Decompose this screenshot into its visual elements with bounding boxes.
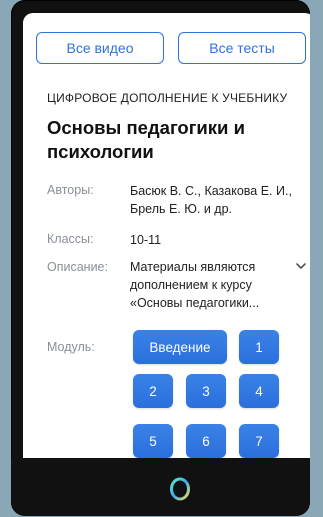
all-tests-button[interactable]: Все тесты xyxy=(178,32,306,64)
module-4-button[interactable]: 4 xyxy=(239,374,279,408)
module-6-button[interactable]: 6 xyxy=(186,424,226,458)
authors-label: Авторы: xyxy=(47,183,94,197)
module-2-button[interactable]: 2 xyxy=(133,374,173,408)
module-label: Модуль: xyxy=(47,340,95,354)
module-5-button[interactable]: 5 xyxy=(133,424,173,458)
module-3-button[interactable]: 3 xyxy=(186,374,226,408)
description-label: Описание: xyxy=(47,260,108,274)
course-title: Основы педагогики и психологии xyxy=(47,117,245,162)
module-7-button[interactable]: 7 xyxy=(239,424,279,458)
all-videos-button[interactable]: Все видео xyxy=(36,32,164,64)
stage: Все видео Все тесты ЦИФРОВОЕ ДОПОЛНЕНИЕ … xyxy=(0,0,323,517)
app-screen: Все видео Все тесты ЦИФРОВОЕ ДОПОЛНЕНИЕ … xyxy=(23,13,310,458)
course-subtitle: ЦИФРОВОЕ ДОПОЛНЕНИЕ К УЧЕБНИКУ xyxy=(47,91,288,105)
grades-value: 10-11 xyxy=(130,233,162,247)
module-1-button[interactable]: 1 xyxy=(239,330,279,364)
header-buttons: Все видео Все тесты xyxy=(36,32,306,64)
home-ring-icon[interactable] xyxy=(168,476,192,502)
description-value: Материалы являются дополнением к курсу «… xyxy=(130,260,260,310)
grades-label: Классы: xyxy=(47,232,94,246)
phone-frame: Все видео Все тесты ЦИФРОВОЕ ДОПОЛНЕНИЕ … xyxy=(11,0,310,516)
module-intro-button[interactable]: Введение xyxy=(133,330,227,364)
chevron-down-icon[interactable] xyxy=(295,260,307,272)
device-bottom-bar xyxy=(11,458,310,516)
authors-value: Басюк В. С., Казакова Е. И., Брель Е. Ю.… xyxy=(130,184,292,216)
